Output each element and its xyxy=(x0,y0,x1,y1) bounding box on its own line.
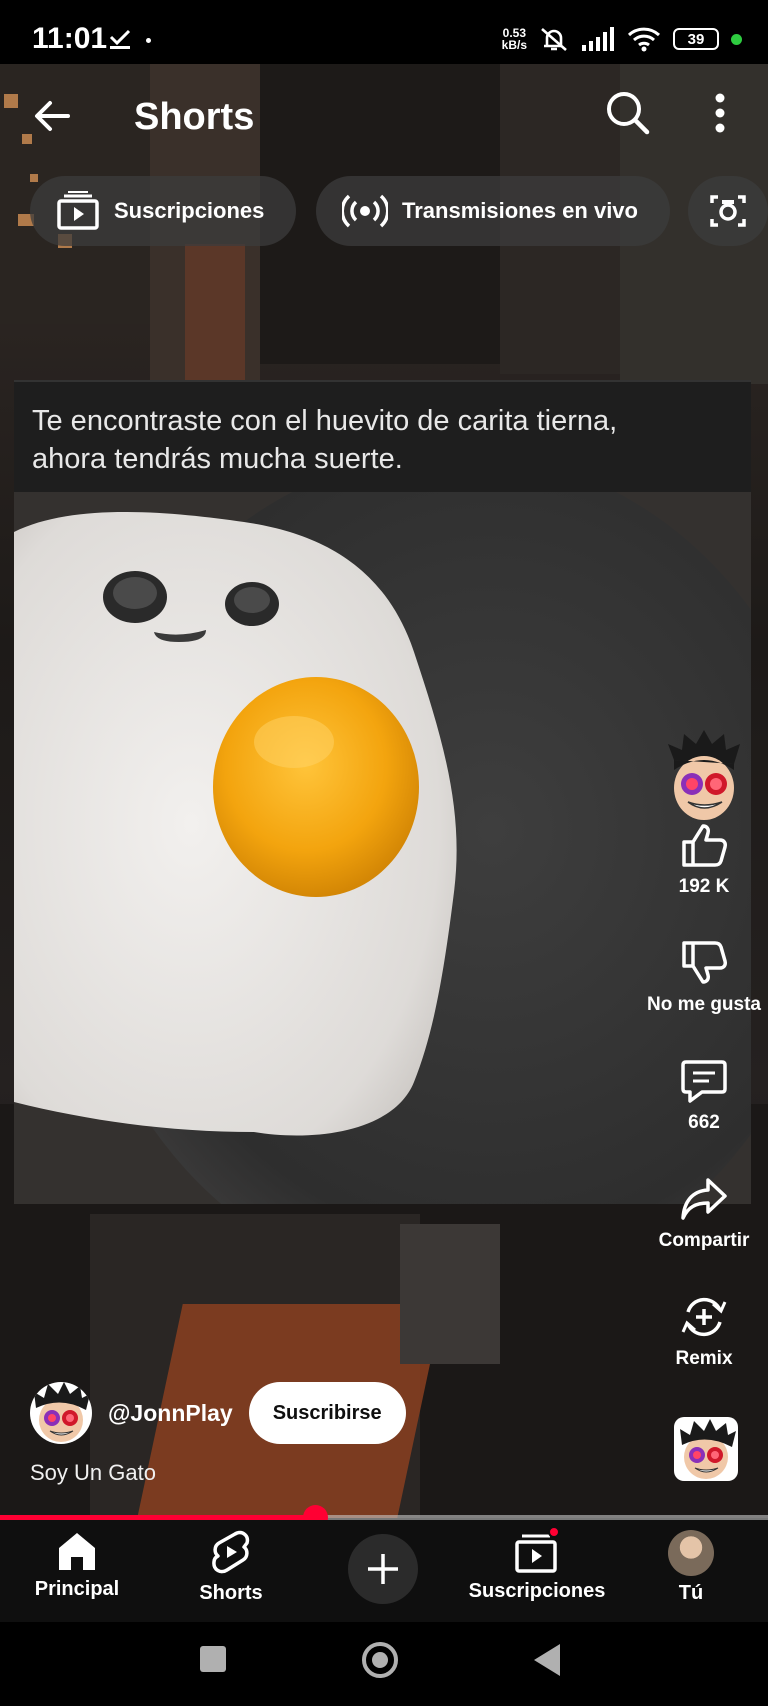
subscribe-button[interactable]: Suscribirse xyxy=(248,1382,406,1444)
share-button[interactable]: Compartir xyxy=(640,1176,768,1252)
camera-icon xyxy=(710,195,746,227)
notification-badge xyxy=(548,1526,560,1538)
bottom-navigation: Principal Shorts Suscripciones Tú xyxy=(0,1520,768,1622)
signal-icon xyxy=(582,27,614,51)
home-circle-icon[interactable] xyxy=(360,1640,400,1680)
nav-shorts[interactable]: Shorts xyxy=(196,1530,266,1605)
cartoon-avatar-icon xyxy=(668,730,740,820)
nav-shorts-label: Shorts xyxy=(199,1582,263,1604)
mute-bell-icon xyxy=(541,28,567,51)
filter-chips: Suscripciones Transmisiones en vivo xyxy=(0,176,768,246)
dislike-label: No me gusta xyxy=(646,994,762,1015)
back-arrow-icon[interactable] xyxy=(28,90,80,142)
channel-info: @JonnPlay Suscribirse xyxy=(30,1380,406,1446)
nav-you-label: Tú xyxy=(678,1582,704,1604)
chip-live[interactable]: Transmisiones en vivo xyxy=(316,176,670,246)
live-broadcast-icon xyxy=(342,194,388,228)
video-caption: Te encontraste con el huevito de carita … xyxy=(14,380,751,492)
remix-button[interactable]: Remix xyxy=(640,1294,768,1370)
caption-line-1: Te encontraste con el huevito de carita … xyxy=(32,405,618,437)
cartoon-avatar-icon xyxy=(680,1419,736,1479)
remix-icon xyxy=(681,1297,727,1337)
notification-dot-icon xyxy=(146,38,151,43)
nav-you[interactable]: Tú xyxy=(666,1530,716,1605)
back-triangle-icon[interactable] xyxy=(532,1642,562,1678)
chip-subscriptions-label: Suscripciones xyxy=(114,198,265,223)
nav-subscriptions[interactable]: Suscripciones xyxy=(468,1526,606,1603)
status-time: 11:01 xyxy=(32,22,108,55)
home-icon xyxy=(59,1533,95,1570)
channel-handle[interactable]: @JonnPlay xyxy=(108,1400,233,1427)
create-button[interactable] xyxy=(348,1534,418,1604)
download-done-icon xyxy=(109,29,131,49)
create-plus-icon xyxy=(368,1554,398,1584)
nav-home-label: Principal xyxy=(34,1578,120,1600)
avatar[interactable] xyxy=(30,1382,92,1444)
share-label: Compartir xyxy=(658,1230,750,1251)
shorts-icon xyxy=(212,1530,250,1574)
recents-square-icon[interactable] xyxy=(198,1644,228,1674)
chip-camera[interactable] xyxy=(688,176,768,246)
dislike-button[interactable]: No me gusta xyxy=(640,940,768,1016)
sound-thumbnail[interactable] xyxy=(674,1417,738,1481)
subscriptions-icon xyxy=(57,191,99,230)
status-bar: 11:01 0.53 kB/s 39 xyxy=(0,0,768,64)
top-bar: Shorts xyxy=(0,70,768,170)
caption-line-2: ahora tendrás mucha suerte. xyxy=(32,443,403,475)
network-speed: 0.53 kB/s xyxy=(502,27,527,51)
wifi-icon xyxy=(627,27,661,52)
avatar xyxy=(668,1530,714,1576)
comment-icon xyxy=(681,1060,727,1103)
video-title[interactable]: Soy Un Gato xyxy=(30,1460,156,1486)
share-icon xyxy=(681,1178,727,1220)
thumbs-up-icon xyxy=(682,824,727,867)
like-count: 192 K xyxy=(678,876,730,897)
battery-indicator: 39 xyxy=(673,28,719,50)
search-icon[interactable] xyxy=(602,88,652,138)
privacy-indicator-dot xyxy=(731,33,742,45)
net-speed-unit: kB/s xyxy=(501,38,527,52)
chip-subscriptions[interactable]: Suscripciones xyxy=(30,176,297,246)
comments-button[interactable]: 662 xyxy=(640,1058,768,1134)
creator-mini-avatar[interactable] xyxy=(640,730,768,822)
nav-home[interactable]: Principal xyxy=(34,1530,120,1601)
like-button[interactable]: 192 K xyxy=(640,822,768,898)
page-title: Shorts xyxy=(134,96,255,138)
cartoon-avatar-icon xyxy=(34,1382,90,1442)
chip-live-label: Transmisiones en vivo xyxy=(402,198,638,223)
system-navigation-bar xyxy=(0,1622,768,1706)
remix-label: Remix xyxy=(675,1348,733,1369)
more-vert-icon[interactable] xyxy=(700,88,740,138)
nav-subscriptions-label: Suscripciones xyxy=(468,1580,606,1602)
thumbs-down-icon xyxy=(682,941,727,984)
comment-count: 662 xyxy=(688,1112,720,1133)
